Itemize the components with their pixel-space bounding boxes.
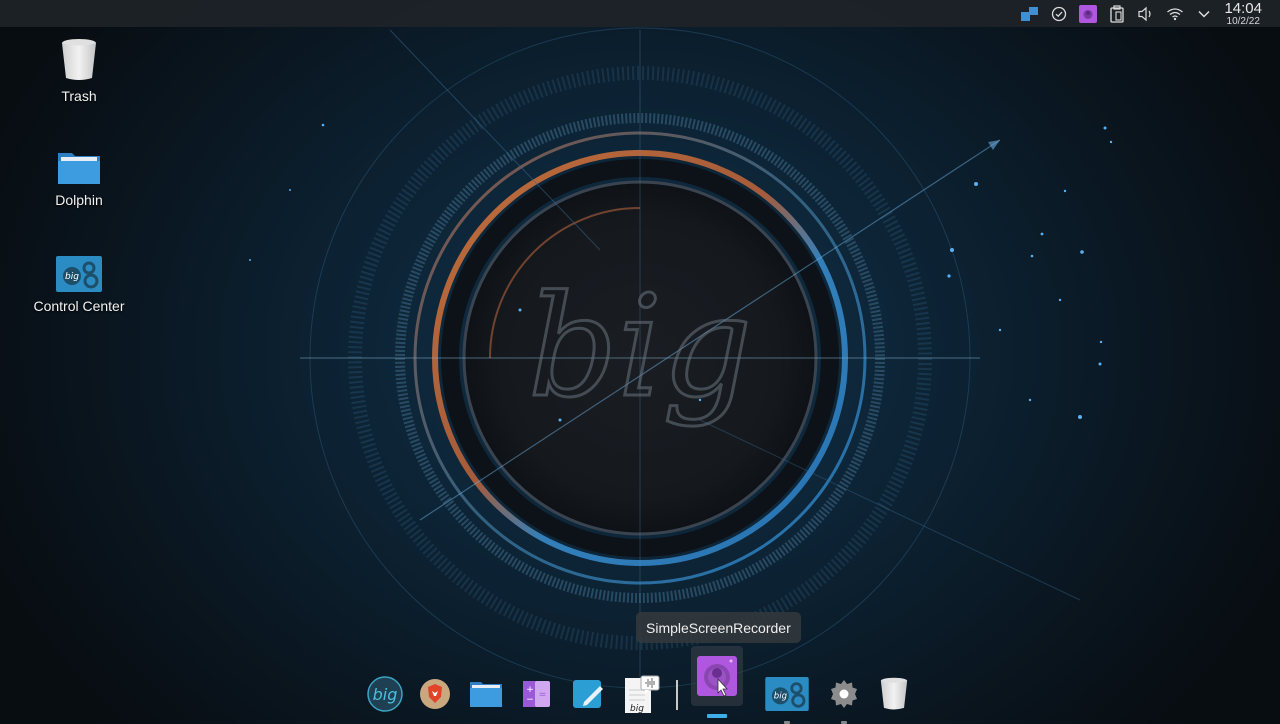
svg-text:=: = (539, 690, 547, 700)
svg-text:big: big (373, 685, 398, 704)
chevron-down-icon[interactable] (1189, 0, 1218, 27)
clipboard-icon[interactable] (1102, 0, 1131, 27)
wifi-icon[interactable] (1160, 0, 1189, 27)
dock-item-text-editor[interactable] (568, 674, 608, 714)
desktop-icon-control-center[interactable]: big Control Center (19, 256, 139, 314)
dock-separator (676, 680, 678, 710)
control-center-icon: big (765, 677, 809, 711)
svg-text:big: big (528, 266, 752, 429)
desktop-icon-label: Control Center (33, 298, 125, 314)
control-center-icon: big (56, 256, 102, 292)
screen-recorder-tray-icon[interactable] (1073, 0, 1102, 27)
biglinux-logo-icon: big (367, 676, 403, 712)
clock-time: 14:04 (1224, 0, 1262, 17)
svg-text:big: big (774, 692, 788, 702)
dock-item-biglinux-menu[interactable]: big (365, 674, 405, 714)
brave-icon (420, 679, 450, 709)
desktop-icon-dolphin[interactable]: Dolphin (19, 150, 139, 208)
svg-text:+: + (526, 685, 534, 695)
pencil-icon (573, 680, 603, 708)
svg-text:big: big (630, 704, 644, 714)
top-panel: 14:04 10/2/22 (0, 0, 1280, 27)
dock-item-dolphin[interactable] (466, 674, 506, 714)
dock-item-calculator[interactable]: + − = (517, 674, 557, 714)
running-indicator (707, 714, 727, 718)
svg-text:big: big (65, 272, 79, 282)
calculator-icon: + − = (523, 681, 550, 707)
desktop-icon-label: Trash (61, 88, 97, 104)
trash-icon (880, 677, 908, 710)
desktop-icon-trash[interactable]: Trash (19, 38, 139, 104)
trash-icon (62, 39, 96, 80)
desktop-icon-label: Dolphin (55, 192, 103, 208)
dock-item-trash[interactable] (874, 674, 914, 714)
dock-item-control-center[interactable]: big (764, 674, 810, 724)
document-voice-icon: big (625, 675, 660, 714)
dock-tooltip: SimpleScreenRecorder (636, 612, 801, 643)
dock: big + − = big big (360, 646, 920, 724)
virtual-desktop-icon[interactable] (1015, 0, 1044, 27)
screen-recorder-icon (697, 656, 737, 697)
clock[interactable]: 14:04 10/2/22 (1224, 1, 1262, 27)
dock-item-voice-typing[interactable]: big (622, 674, 662, 714)
clock-date: 10/2/22 (1226, 15, 1260, 27)
gear-icon (831, 680, 857, 708)
folder-icon (58, 153, 100, 184)
svg-text:−: − (526, 695, 534, 705)
dock-item-simplescreenrecorder[interactable] (691, 646, 743, 718)
system-tray: 14:04 10/2/22 (1015, 0, 1262, 27)
wallpaper-hud-rings: big (300, 27, 1081, 700)
folder-icon (470, 682, 502, 707)
dock-item-brave[interactable] (415, 674, 455, 714)
dock-item-settings[interactable] (824, 674, 864, 724)
volume-icon[interactable] (1131, 0, 1160, 27)
check-circle-icon[interactable] (1044, 0, 1073, 27)
